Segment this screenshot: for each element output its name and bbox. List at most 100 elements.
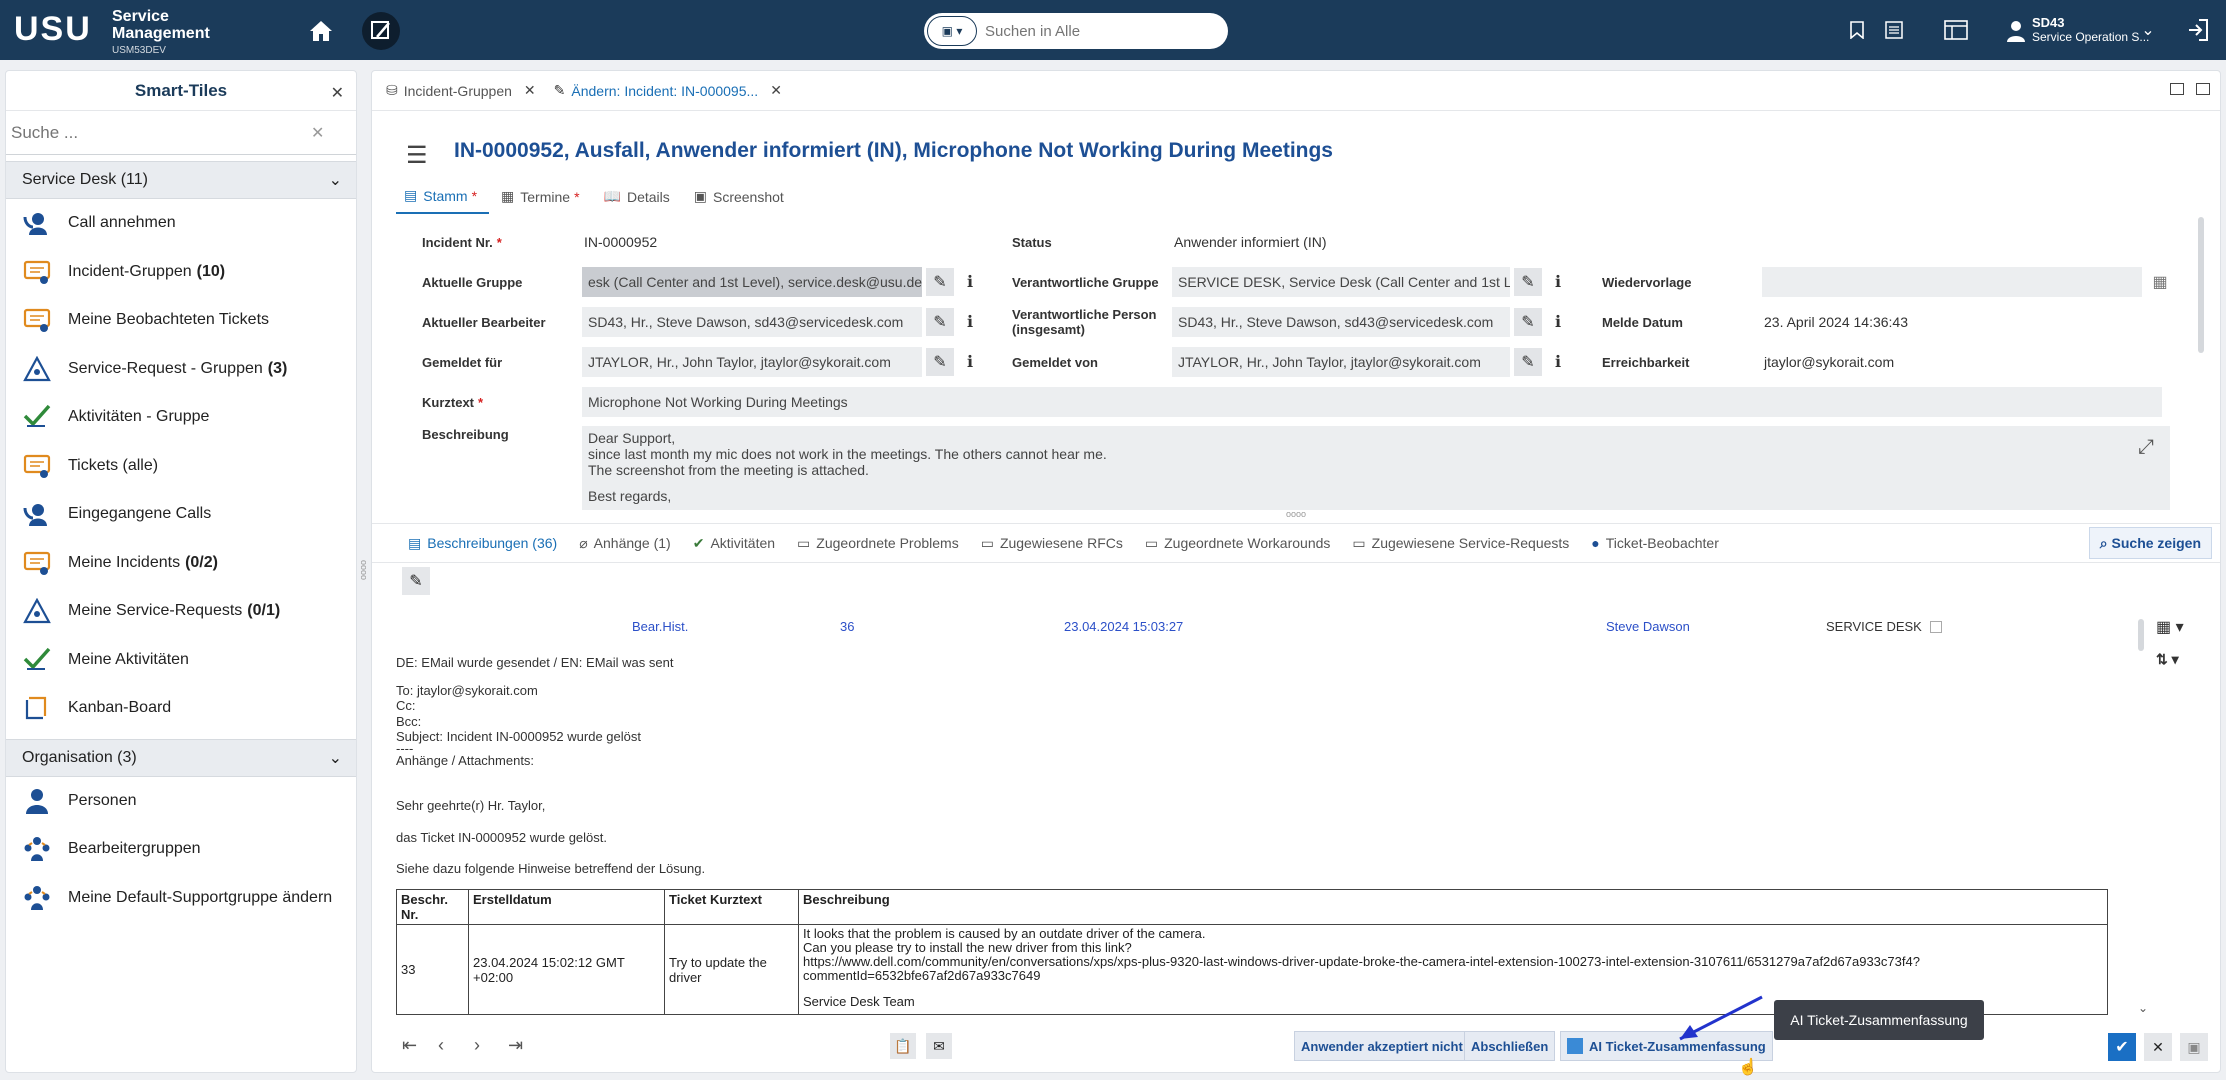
- tab-screenshot[interactable]: ▣ Screenshot: [686, 187, 796, 214]
- tab-details[interactable]: 📖 Details: [596, 187, 682, 214]
- group-organisation[interactable]: Organisation (3) ⌄: [6, 738, 356, 777]
- prev-page-icon[interactable]: ‹: [438, 1035, 444, 1056]
- sidebar-item-6[interactable]: Eingegangene Calls: [6, 490, 356, 539]
- sidebar-org-item-2[interactable]: Meine Default-Supportgruppe ändern: [6, 874, 356, 923]
- edit-pencil-icon[interactable]: ✎: [926, 348, 954, 376]
- tab-problems[interactable]: ▭ Zugeordnete Problems: [797, 535, 959, 552]
- tab-service-requests[interactable]: ▭ Zugewiesene Service-Requests: [1352, 535, 1569, 552]
- tab-workarounds[interactable]: ▭ Zugeordnete Workarounds: [1145, 535, 1331, 552]
- edit-entry-icon[interactable]: ✎: [402, 567, 430, 595]
- magnifier-icon: ⌕: [2099, 534, 2108, 551]
- smart-tiles-search-input[interactable]: [11, 122, 311, 143]
- sidebar-item-9[interactable]: Meine Aktivitäten: [6, 636, 356, 685]
- history-row[interactable]: Bear.Hist. 36 23.04.2024 15:03:27 Steve …: [372, 619, 2172, 639]
- tab-ticket-beobachter[interactable]: ● Ticket-Beobachter: [1591, 535, 1719, 551]
- tab-aktivitaeten[interactable]: ✔ Aktivitäten: [693, 535, 775, 552]
- edit-mode-icon[interactable]: [362, 12, 400, 50]
- info-icon[interactable]: ℹ: [956, 268, 984, 296]
- edit-pencil-icon[interactable]: ✎: [1514, 308, 1542, 336]
- tab-termine[interactable]: ▦ Termine *: [493, 187, 591, 214]
- clipboard-icon[interactable]: 📋: [890, 1033, 916, 1059]
- driver-link[interactable]: https://www.dell.com/community/en/conver…: [803, 955, 2103, 969]
- person-icon: ●: [1591, 535, 1600, 551]
- cancel-icon[interactable]: ✕: [2144, 1033, 2172, 1061]
- detach-window-icon[interactable]: [2196, 83, 2210, 95]
- sidebar-org-item-1[interactable]: Bearbeitergruppen: [6, 825, 356, 874]
- sidebar-item-1[interactable]: Incident-Gruppen (10): [6, 248, 356, 297]
- gemeldet-fuer-field[interactable]: JTAYLOR, Hr., John Taylor, jtaylor@sykor…: [582, 347, 922, 377]
- anwender-akzeptiert-nicht-button[interactable]: Anwender akzeptiert nicht: [1294, 1031, 1470, 1061]
- list-icon[interactable]: [1882, 18, 1906, 42]
- info-icon[interactable]: ℹ: [1544, 308, 1572, 336]
- close-icon[interactable]: ✕: [331, 83, 344, 103]
- tab-stamm[interactable]: ▤ Stamm *: [396, 187, 490, 214]
- gemeldet-von-field[interactable]: JTAYLOR, Hr., John Taylor, jtaylor@sykor…: [1172, 347, 1510, 377]
- book-icon: 📖: [603, 188, 621, 204]
- info-icon[interactable]: ℹ: [956, 308, 984, 336]
- aktuelle-gruppe-field[interactable]: esk (Call Center and 1st Level), service…: [582, 267, 922, 297]
- sidebar-item-8[interactable]: Meine Service-Requests (0/1): [6, 587, 356, 636]
- sidebar-item-2[interactable]: Meine Beobachteten Tickets: [6, 296, 356, 345]
- grid-view-icon[interactable]: ▦ ▾: [2156, 617, 2184, 637]
- save-icon[interactable]: ▣: [2180, 1033, 2208, 1061]
- expand-icon[interactable]: ⤢: [2132, 433, 2160, 461]
- aktueller-bearbeiter-field[interactable]: SD43, Hr., Steve Dawson, sd43@servicedes…: [582, 307, 922, 337]
- sidebar-item-7[interactable]: Meine Incidents (0/2): [6, 539, 356, 588]
- info-icon[interactable]: ℹ: [1544, 268, 1572, 296]
- sidebar-item-10[interactable]: Kanban-Board: [6, 684, 356, 733]
- group-service-desk[interactable]: Service Desk (11) ⌄: [6, 161, 356, 199]
- tab-edit-incident[interactable]: ✎ Ändern: Incident: IN-000095... ✕: [554, 82, 782, 99]
- sidebar-item-4[interactable]: Aktivitäten - Gruppe: [6, 393, 356, 442]
- beschreibung-field[interactable]: Dear Support, since last month my mic do…: [582, 426, 2170, 510]
- confirm-icon[interactable]: ✔: [2108, 1033, 2136, 1061]
- sidebar-item-5[interactable]: Tickets (alle): [6, 442, 356, 491]
- chevron-down-icon[interactable]: ⌄: [2138, 20, 2158, 40]
- home-icon[interactable]: [306, 16, 336, 46]
- next-page-icon[interactable]: ›: [474, 1035, 480, 1056]
- edit-pencil-icon[interactable]: ✎: [926, 268, 954, 296]
- tab-beschreibungen[interactable]: ▤ Beschreibungen (36): [408, 535, 557, 552]
- logout-icon[interactable]: [2184, 16, 2212, 44]
- sidebar-org-item-0[interactable]: Personen: [6, 777, 356, 826]
- panel-splitter[interactable]: oooo: [359, 560, 369, 580]
- clear-search-icon[interactable]: ✕: [311, 123, 324, 143]
- splitter-handle[interactable]: oooo: [1286, 509, 1306, 519]
- user-avatar-icon[interactable]: [2004, 18, 2028, 44]
- wiedervorlage-field[interactable]: [1762, 267, 2142, 297]
- dashboard-icon[interactable]: [1942, 18, 1970, 42]
- form-scrollbar[interactable]: [2198, 217, 2204, 353]
- user-menu[interactable]: SD43 Service Operation S...: [2032, 16, 2149, 45]
- edit-pencil-icon[interactable]: ✎: [1514, 268, 1542, 296]
- edit-pencil-icon[interactable]: ✎: [926, 308, 954, 336]
- close-tab-icon[interactable]: ✕: [770, 82, 782, 99]
- tab-rfcs[interactable]: ▭ Zugewiesene RFCs: [981, 535, 1123, 552]
- kurztext-field[interactable]: Microphone Not Working During Meetings: [582, 387, 2162, 417]
- tab-anhaenge[interactable]: ⌀ Anhänge (1): [579, 535, 671, 552]
- sidebar-item-label: Incident-Gruppen: [68, 262, 192, 280]
- bookmark-icon[interactable]: [1846, 18, 1868, 42]
- first-page-icon[interactable]: ⇤: [402, 1035, 417, 1056]
- sort-icon[interactable]: ⇅ ▾: [2156, 651, 2179, 668]
- verantwortliche-gruppe-field[interactable]: SERVICE DESK, Service Desk (Call Center …: [1172, 267, 1510, 297]
- edit-pencil-icon[interactable]: ✎: [1514, 348, 1542, 376]
- history-scrollbar[interactable]: [2138, 619, 2144, 651]
- last-page-icon[interactable]: ⇥: [508, 1035, 523, 1056]
- show-search-button[interactable]: ⌕ Suche zeigen: [2088, 527, 2212, 559]
- search-scope-dropdown[interactable]: ▣ ▾: [927, 16, 977, 46]
- info-icon[interactable]: ℹ: [1544, 348, 1572, 376]
- calendar-icon[interactable]: ▦: [2146, 268, 2174, 296]
- restore-window-icon[interactable]: [2170, 83, 2184, 95]
- info-icon[interactable]: ℹ: [956, 348, 984, 376]
- tab-incident-gruppen[interactable]: ⛁ Incident-Gruppen ✕: [386, 82, 536, 99]
- verantwortliche-person-field[interactable]: SD43, Hr., Steve Dawson, sd43@servicedes…: [1172, 307, 1510, 337]
- abschliessen-button[interactable]: Abschließen: [1464, 1031, 1556, 1061]
- global-search-input[interactable]: [985, 22, 1215, 40]
- sidebar-item-0[interactable]: Call annehmen: [6, 199, 356, 248]
- sidebar-item-3[interactable]: Service-Request - Gruppen (3): [6, 345, 356, 394]
- close-tab-icon[interactable]: ✕: [524, 82, 536, 99]
- mail-icon[interactable]: ✉: [926, 1033, 952, 1059]
- history-checkbox[interactable]: [1930, 621, 1942, 633]
- scroll-down-icon[interactable]: ⌄: [2138, 1001, 2148, 1015]
- hamburger-menu-icon[interactable]: ☰: [406, 141, 428, 170]
- checkmark-icon: [22, 645, 52, 675]
